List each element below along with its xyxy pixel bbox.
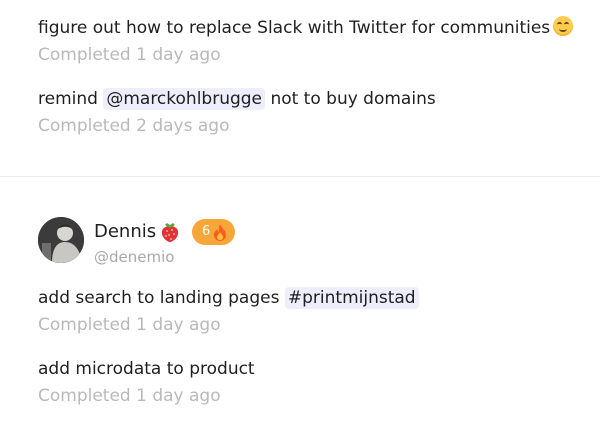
user-task-section: Dennis 6 @denemio add search to landing … [0, 177, 600, 423]
task-text: add microdata to product [38, 359, 255, 379]
user-handle[interactable]: @denemio [94, 247, 174, 267]
strawberry-icon [161, 223, 179, 242]
task-text-prefix: remind [38, 89, 98, 109]
avatar[interactable] [38, 217, 84, 263]
project-hashtag[interactable]: #printmijnstad [284, 287, 419, 309]
user-name[interactable]: Dennis [94, 220, 156, 244]
task-status: Completed 1 day ago [38, 315, 221, 335]
top-task-section: figure out how to replace Slack with Twi… [0, 0, 600, 176]
task-text: figure out how to replace Slack with Twi… [38, 16, 574, 40]
user-mention[interactable]: @marckohlbrugge [103, 88, 266, 110]
task-item: remind @marckohlbrugge not to buy domain… [38, 87, 436, 138]
task-item: figure out how to replace Slack with Twi… [38, 16, 574, 67]
task-text: remind @marckohlbrugge not to buy domain… [38, 87, 436, 111]
task-text-suffix: not to buy domains [270, 89, 436, 109]
task-item: add microdata to product Completed 1 day… [38, 357, 255, 408]
streak-badge[interactable]: 6 [192, 219, 236, 245]
streak-count: 6 [202, 224, 211, 239]
task-status: Completed 2 days ago [38, 116, 230, 136]
task-status: Completed 1 day ago [38, 45, 221, 65]
task-item: add search to landing pages #printmijnst… [38, 286, 419, 337]
upside-down-face-icon [553, 16, 574, 36]
fire-icon [214, 223, 227, 241]
task-status: Completed 1 day ago [38, 386, 221, 406]
task-text: add search to landing pages #printmijnst… [38, 286, 419, 310]
